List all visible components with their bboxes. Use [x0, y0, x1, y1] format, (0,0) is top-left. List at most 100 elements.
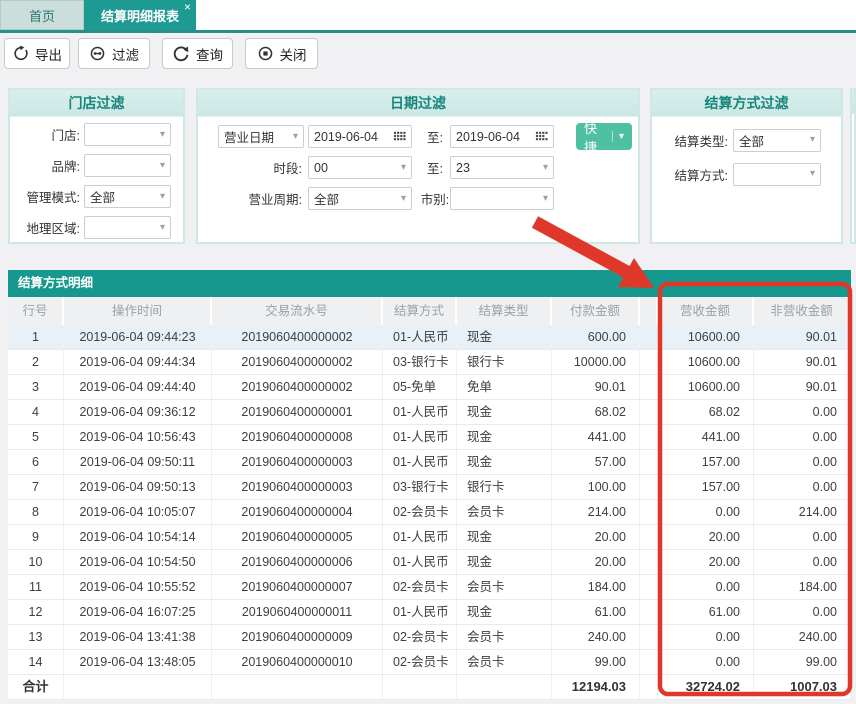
cell-spacer	[640, 675, 658, 700]
mgmt-mode-select[interactable]: 全部 ▾	[84, 185, 171, 208]
cell: 20.00	[552, 525, 640, 550]
cell: 3	[8, 375, 64, 400]
cell: 会员卡	[457, 500, 552, 525]
chevron-down-icon: ▾	[809, 168, 815, 179]
mgmt-mode-label: 管理模式:	[26, 191, 80, 205]
cell: 05-免单	[383, 375, 457, 400]
table-row[interactable]: 10 2019-06-04 10:54:50 2019060400000006 01-…	[8, 550, 851, 575]
column-header[interactable]: 结算方式	[383, 297, 457, 325]
query-button[interactable]: 查询	[162, 38, 233, 69]
column-header[interactable]: 付款金额	[552, 297, 640, 325]
tab-settlement-report[interactable]: 结算明细报表 ×	[84, 0, 196, 30]
hour-to-select[interactable]: 23 ▾	[450, 156, 554, 179]
column-header[interactable]: 营收金额	[658, 297, 754, 325]
settle-type-select[interactable]: 全部 ▾	[733, 128, 821, 152]
cell: 2019-06-04 09:50:13	[64, 475, 212, 500]
cell: 2019-06-04 09:44:40	[64, 375, 212, 400]
cell-spacer	[640, 550, 658, 575]
export-button[interactable]: 导出	[4, 38, 70, 69]
table-row[interactable]: 1 2019-06-04 09:44:23 2019060400000002 01-人…	[8, 325, 851, 350]
cell-spacer	[640, 475, 658, 500]
cell: 12194.03	[552, 675, 640, 700]
cell: 214.00	[552, 500, 640, 525]
cell: 2019060400000003	[212, 475, 383, 500]
table-row[interactable]: 11 2019-06-04 10:55:52 2019060400000007 02-…	[8, 575, 851, 600]
cell: 0.00	[754, 400, 851, 425]
table-row[interactable]: 5 2019-06-04 10:56:43 2019060400000008 01-人…	[8, 425, 851, 450]
cell: 现金	[457, 450, 552, 475]
table-row[interactable]: 14 2019-06-04 13:48:05 2019060400000010 02-…	[8, 650, 851, 675]
date-filter-panel: 日期过滤 营业日期 ▾ 2019-06-04 至: 2019-06-04 快捷 ▾	[196, 88, 640, 244]
date-to-input[interactable]: 2019-06-04	[450, 125, 554, 148]
cell: 2019-06-04 09:44:23	[64, 325, 212, 350]
cell: 9	[8, 525, 64, 550]
date-type-select[interactable]: 营业日期 ▾	[218, 125, 304, 148]
store-select[interactable]: ▾	[84, 123, 171, 146]
table-row[interactable]: 6 2019-06-04 09:50:11 2019060400000003 01-人…	[8, 450, 851, 475]
cell: 90.01	[754, 325, 851, 350]
filter-icon	[89, 45, 106, 62]
cell: 8	[8, 500, 64, 525]
column-header[interactable]: 非营收金额	[754, 297, 851, 325]
cycle-select[interactable]: 全部 ▾	[308, 187, 412, 210]
cell: 12	[8, 600, 64, 625]
tab-home[interactable]: 首页	[0, 0, 84, 30]
table-row[interactable]: 3 2019-06-04 09:44:40 2019060400000002 05-免…	[8, 375, 851, 400]
hour-from-select[interactable]: 00 ▾	[308, 156, 412, 179]
table-row[interactable]: 7 2019-06-04 09:50:13 2019060400000003 03-银…	[8, 475, 851, 500]
chevron-down-icon: ▾	[542, 161, 548, 173]
cell: 现金	[457, 525, 552, 550]
total-row: 合计 12194.03 32724.02 1007.03	[8, 675, 851, 700]
cell-spacer	[640, 325, 658, 350]
table-title: 结算方式明细	[8, 270, 851, 297]
cell: 2019060400000001	[212, 400, 383, 425]
brand-select[interactable]: ▾	[84, 154, 171, 177]
table-row[interactable]: 2 2019-06-04 09:44:34 2019060400000002 03-银…	[8, 350, 851, 375]
cell-spacer	[640, 650, 658, 675]
table-row[interactable]: 12 2019-06-04 16:07:25 2019060400000011 01-…	[8, 600, 851, 625]
store-filter-title: 门店过滤	[10, 90, 183, 117]
column-header[interactable]: 行号	[8, 297, 64, 325]
cell: 02-会员卡	[383, 650, 457, 675]
table-row[interactable]: 8 2019-06-04 10:05:07 2019060400000004 02-会…	[8, 500, 851, 525]
chevron-down-icon: ▾	[159, 159, 165, 171]
cell: 0.00	[658, 575, 754, 600]
cell-spacer	[640, 350, 658, 375]
date-to-label: 至:	[427, 131, 443, 145]
cell-spacer	[640, 375, 658, 400]
close-button[interactable]: 关闭	[245, 38, 318, 69]
cell	[457, 675, 552, 700]
cell: 157.00	[658, 475, 754, 500]
filter-button[interactable]: 过滤	[78, 38, 150, 69]
cell: 银行卡	[457, 350, 552, 375]
table-row[interactable]: 4 2019-06-04 09:36:12 2019060400000001 01-人…	[8, 400, 851, 425]
cell	[383, 675, 457, 700]
chevron-down-icon: ▾	[159, 221, 165, 233]
column-header[interactable]: 操作时间	[64, 297, 212, 325]
cell-spacer	[640, 450, 658, 475]
cell: 90.01	[754, 350, 851, 375]
stop-icon	[257, 45, 274, 62]
column-header[interactable]: 交易流水号	[212, 297, 383, 325]
cell: 90.01	[754, 375, 851, 400]
export-label: 导出	[35, 47, 62, 63]
cell: 240.00	[552, 625, 640, 650]
column-header[interactable]: 结算类型	[457, 297, 552, 325]
cell: 2019060400000008	[212, 425, 383, 450]
table-row[interactable]: 13 2019-06-04 13:41:38 2019060400000009 02-…	[8, 625, 851, 650]
cell: 0.00	[658, 625, 754, 650]
settle-method-select[interactable]: ▾	[733, 162, 821, 186]
market-select[interactable]: ▾	[450, 187, 554, 210]
table-body: 1 2019-06-04 09:44:23 2019060400000002 01-人…	[8, 325, 851, 700]
cell: 2019-06-04 10:54:50	[64, 550, 212, 575]
tab-close-icon[interactable]: ×	[184, 1, 191, 13]
settlement-detail-table: 结算方式明细 行号 操作时间 交易流水号 结算方式 结算类型 付款金额 营收金额 非营收金额 …	[8, 270, 851, 700]
cell: 2019-06-04 16:07:25	[64, 600, 212, 625]
table-row[interactable]: 9 2019-06-04 10:54:14 2019060400000005 01-人…	[8, 525, 851, 550]
date-from-input[interactable]: 2019-06-04	[308, 125, 412, 148]
cell: 2019060400000009	[212, 625, 383, 650]
quick-range-button[interactable]: 快捷 ▾	[576, 121, 632, 155]
query-icon	[172, 45, 190, 63]
region-select[interactable]: ▾	[84, 216, 171, 239]
tab-bar: 首页 结算明细报表 ×	[0, 0, 856, 30]
